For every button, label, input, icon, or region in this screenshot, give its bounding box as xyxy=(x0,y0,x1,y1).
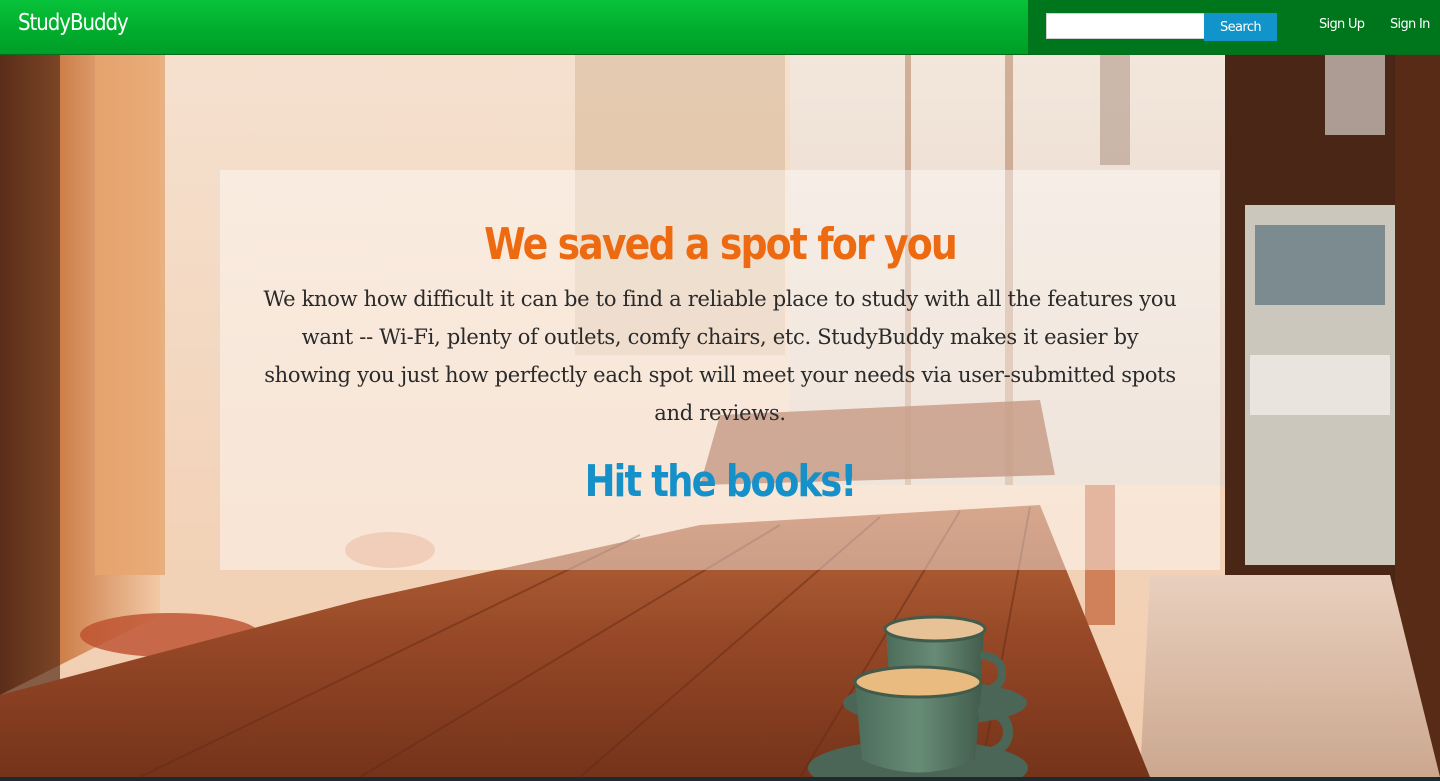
navbar: StudyBuddy Search Sign Up Sign In xyxy=(0,0,1440,55)
sign-in-link[interactable]: Sign In xyxy=(1390,17,1430,32)
navbar-actions: Search Sign Up Sign In xyxy=(1028,0,1440,54)
hero-panel: We saved a spot for you We know how diff… xyxy=(220,170,1220,570)
hit-the-books-link[interactable]: Hit the books! xyxy=(300,454,1140,510)
search-input[interactable] xyxy=(1046,13,1210,39)
hero-headline: We saved a spot for you xyxy=(484,219,958,270)
search-button[interactable]: Search xyxy=(1204,13,1277,41)
sign-up-link[interactable]: Sign Up xyxy=(1319,17,1365,32)
brand-logo[interactable]: StudyBuddy xyxy=(18,10,129,36)
hero-intro-text: We know how difficult it can be to find … xyxy=(263,287,1177,425)
footer-strip xyxy=(0,777,1440,781)
page: StudyBuddy Search Sign Up Sign In We sav… xyxy=(0,0,1440,781)
